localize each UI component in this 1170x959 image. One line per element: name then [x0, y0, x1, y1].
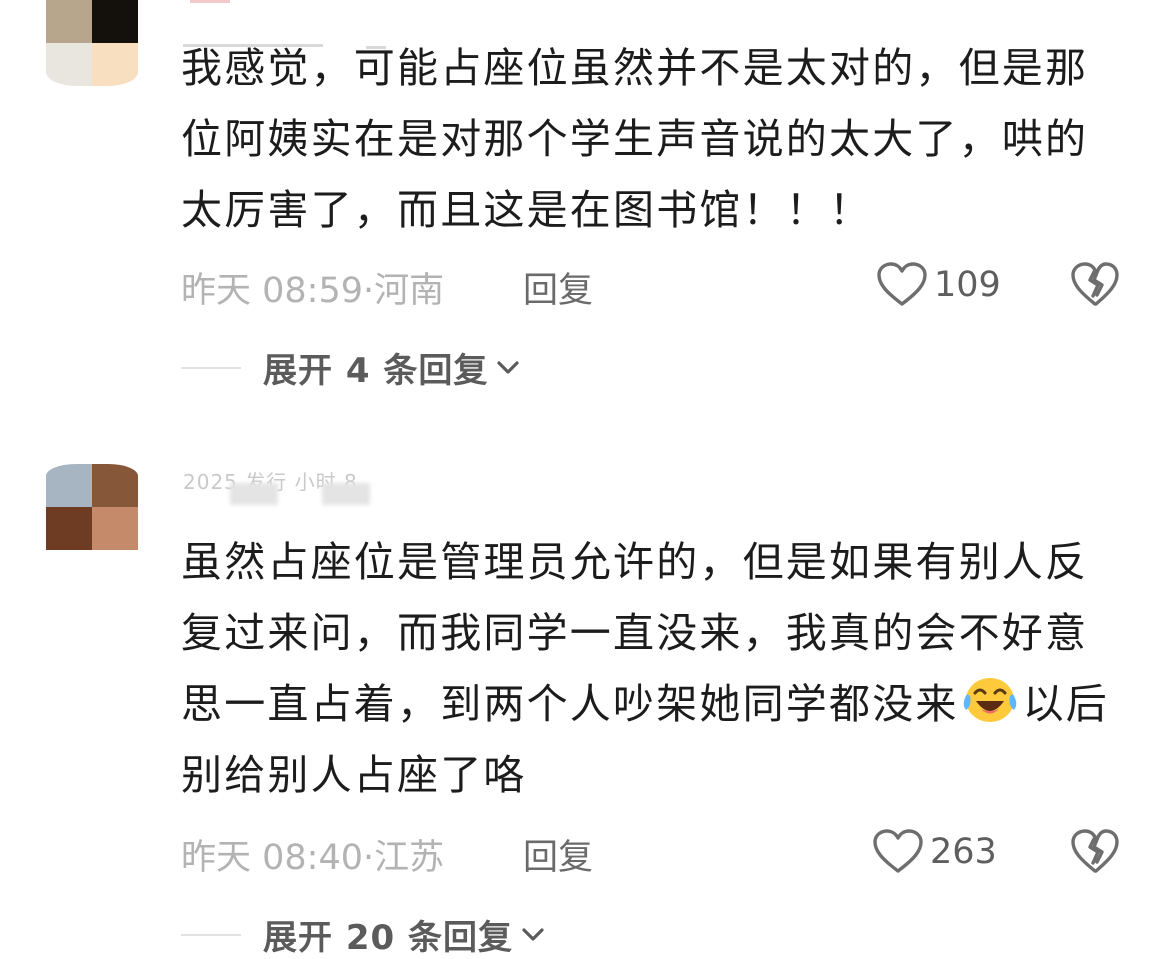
meta-separator: ·	[363, 838, 375, 878]
blurred-username	[322, 483, 370, 505]
comment-text: 虽然占座位是管理员允许的，但是如果有别人反复过来问，而我同学一直没来，我真的会不…	[181, 527, 1121, 811]
reply-button[interactable]: 回复	[523, 829, 593, 880]
comment-item: 2025 发行 小时 8 虽然占座位是管理员允许的，但是如果有别人反复过来问，而…	[0, 0, 1170, 958]
chevron-down-icon	[522, 927, 544, 941]
expand-replies-button[interactable]: 展开 20 条回复	[181, 910, 547, 959]
laughing-crying-emoji-icon	[963, 678, 1016, 722]
comment-location: 江苏	[374, 838, 445, 878]
expand-rule	[181, 933, 241, 936]
dislike-button[interactable]	[1070, 829, 1120, 879]
avatar[interactable]	[46, 464, 138, 550]
like-button[interactable]: 263	[872, 829, 997, 875]
expand-label: 展开 20 条回复	[263, 918, 513, 958]
like-count: 263	[930, 832, 997, 872]
heart-outline-icon	[873, 829, 923, 873]
comment-time: 昨天 08:40	[181, 838, 363, 878]
blurred-username	[230, 483, 278, 505]
comment-text-part: 虽然占座位是管理员允许的，但是如果有别人反复过来问，而我同学一直没来，我真的会不…	[181, 538, 1089, 728]
broken-heart-icon	[1071, 829, 1119, 873]
comment-meta: 昨天 08:40·江苏	[181, 829, 444, 880]
